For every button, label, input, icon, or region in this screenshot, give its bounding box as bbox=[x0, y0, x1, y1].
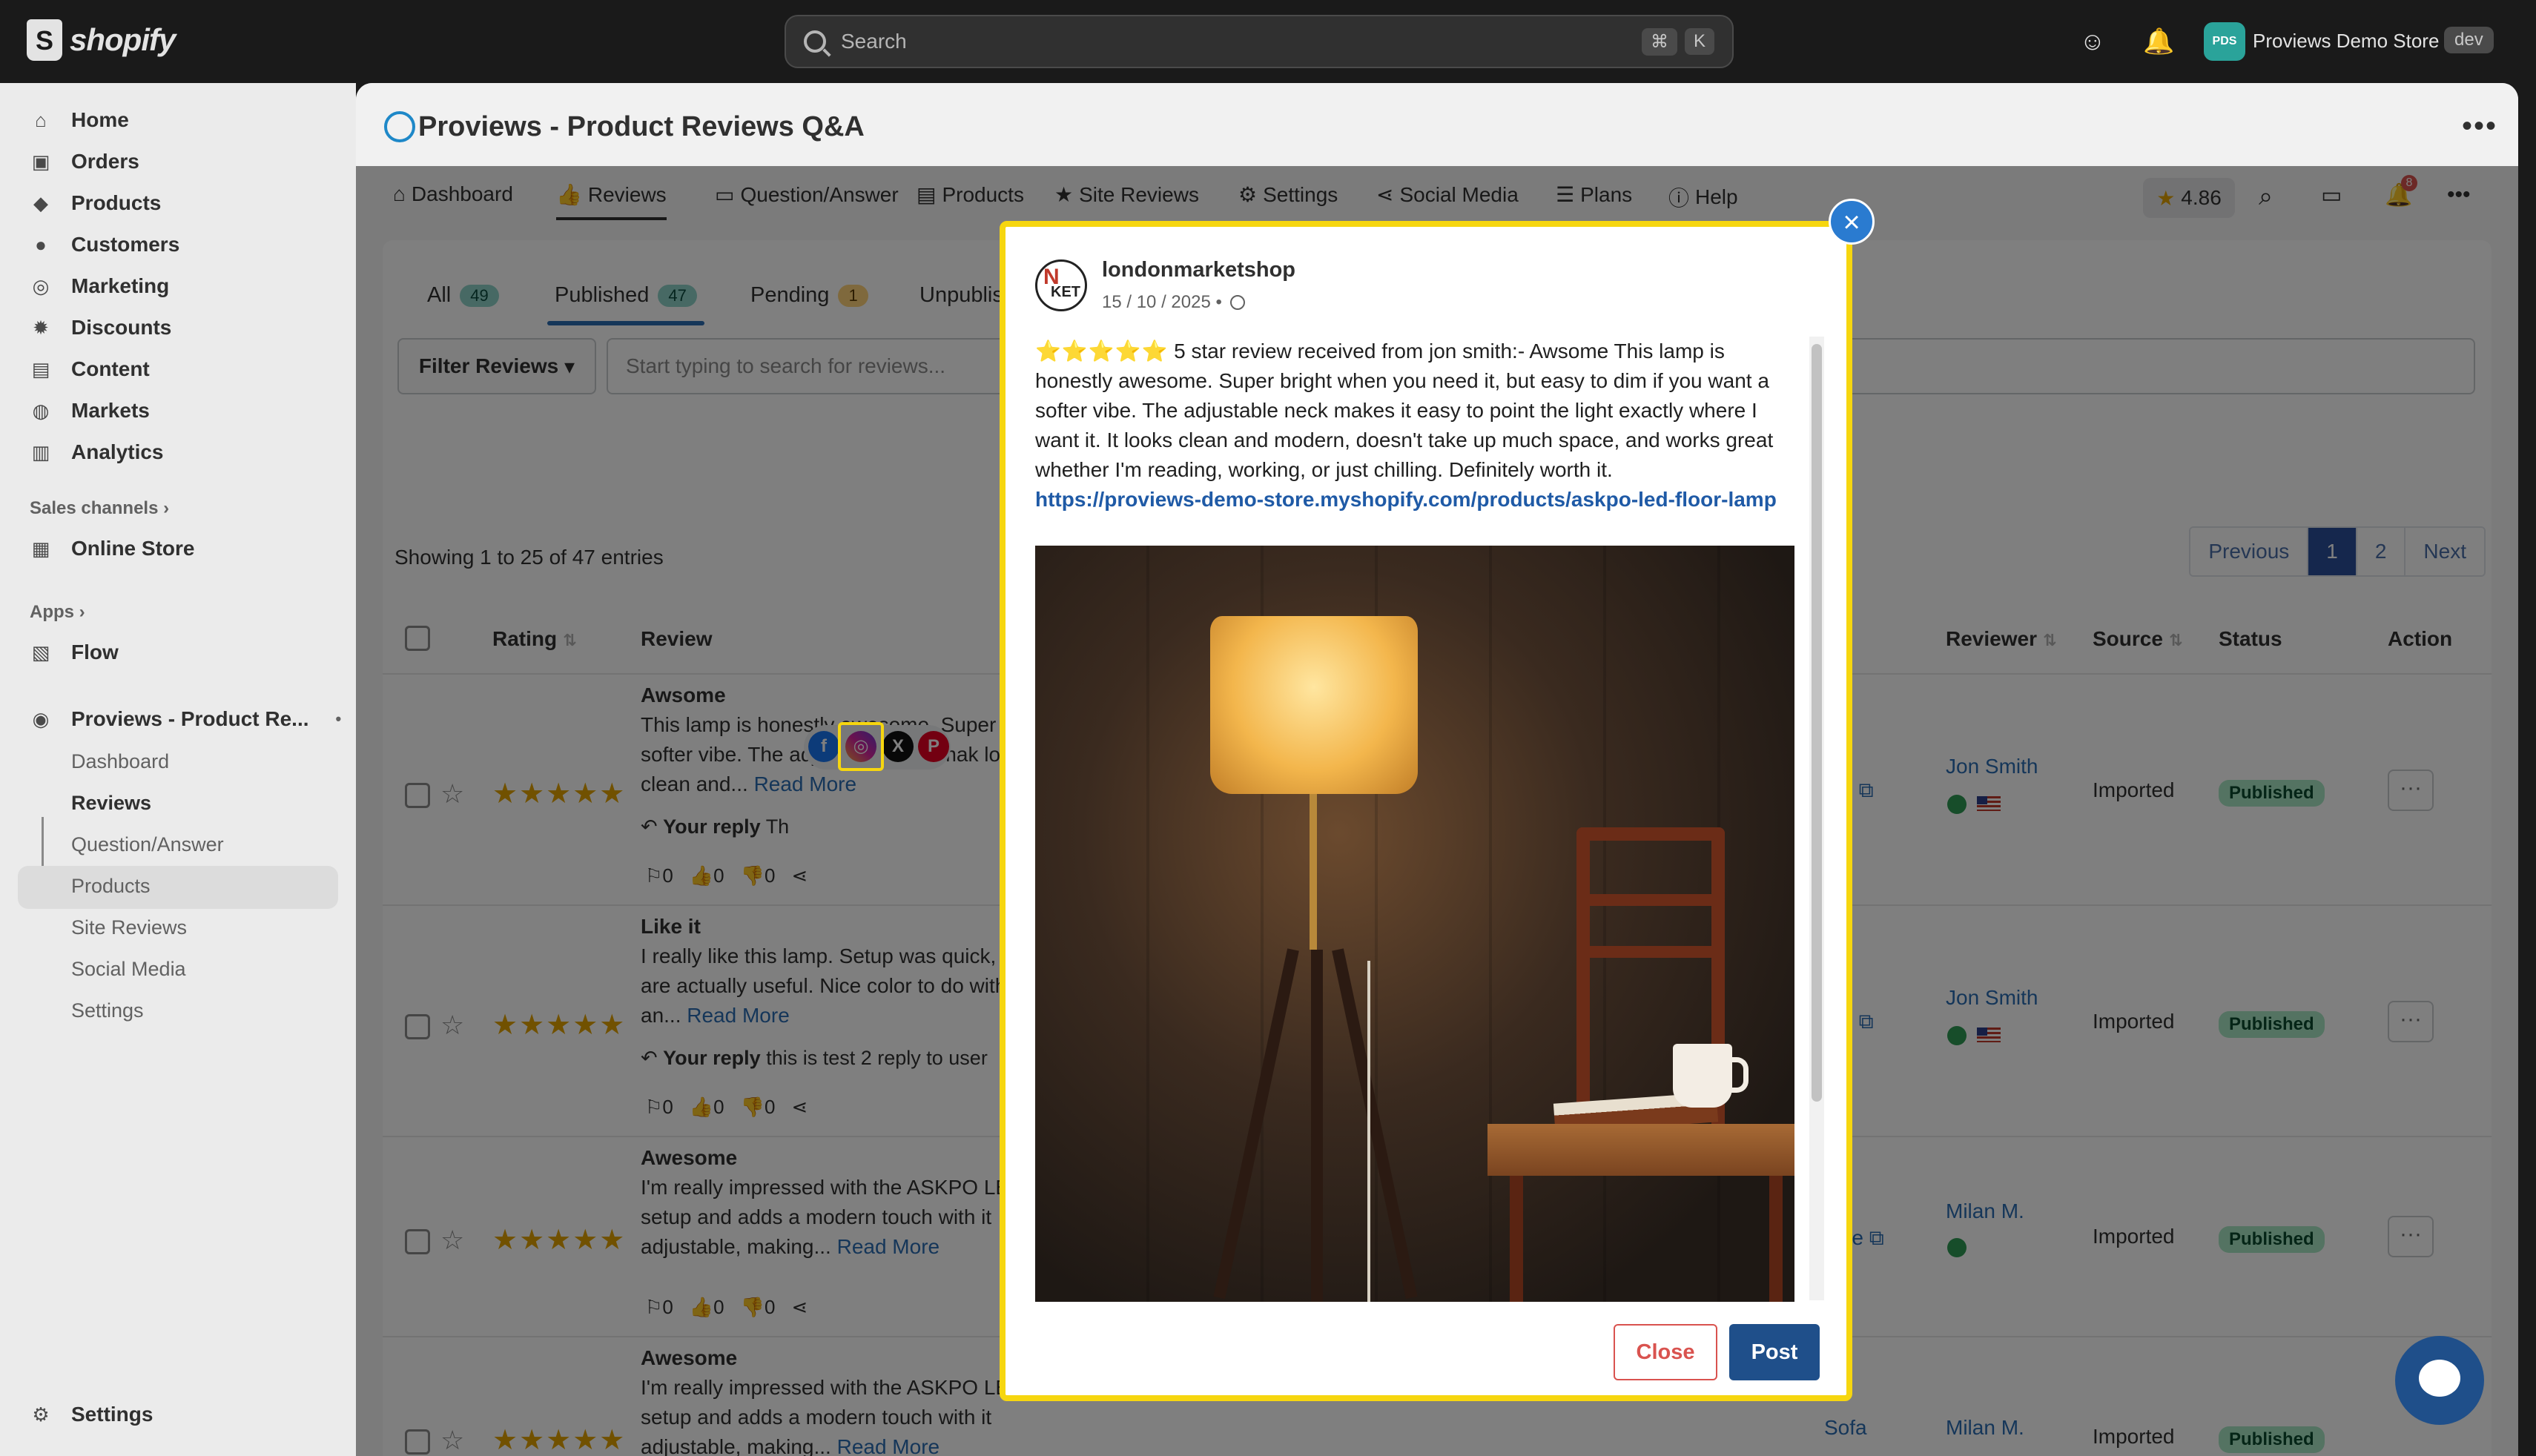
app-header: Proviews - Product Reviews Q&A ••• bbox=[356, 83, 2518, 166]
chair-seat bbox=[1487, 1124, 1794, 1176]
proviews-app-icon: ◉ bbox=[32, 708, 50, 730]
post-stars: ⭐⭐⭐⭐⭐ bbox=[1035, 340, 1169, 363]
sidebar-item-markets[interactable]: ◍ Markets bbox=[30, 399, 150, 423]
shopify-bag-icon bbox=[27, 19, 62, 61]
sidebar-sub-dashboard[interactable]: Dashboard bbox=[71, 750, 169, 773]
lamp-cord bbox=[1367, 961, 1370, 1302]
sidebar-item-content[interactable]: ▤ Content bbox=[30, 357, 150, 381]
sidebar-item-orders[interactable]: ▣ Orders bbox=[30, 150, 139, 173]
sidebar-sub-site-reviews[interactable]: Site Reviews bbox=[71, 916, 187, 939]
bar-chart-icon: ▥ bbox=[31, 441, 50, 463]
sidebar-item-label: Flow bbox=[71, 641, 119, 664]
instagram-highlight bbox=[838, 722, 884, 771]
sales-channels-heading[interactable]: Sales channels › bbox=[30, 498, 169, 519]
close-icon[interactable]: × bbox=[1829, 199, 1875, 245]
globe-icon bbox=[1229, 295, 1245, 310]
chair-leg bbox=[1510, 1176, 1523, 1302]
sidebar-item-home[interactable]: ⌂ Home bbox=[30, 108, 129, 132]
sidebar-item-label: Markets bbox=[71, 399, 150, 422]
sidebar-item-online-store[interactable]: ▦ Online Store bbox=[30, 537, 195, 560]
sidebar-item-settings[interactable]: ⚙ Settings bbox=[30, 1403, 153, 1426]
orders-icon: ▣ bbox=[31, 150, 50, 173]
scrollbar-thumb[interactable] bbox=[1812, 344, 1822, 1102]
sidebar-sub-reviews[interactable]: Reviews bbox=[71, 792, 151, 815]
lamp-pole bbox=[1310, 794, 1317, 950]
sidebar-item-label: Settings bbox=[71, 1403, 153, 1426]
sidebar-item-label: Discounts bbox=[71, 316, 172, 339]
store-avatar[interactable]: PDS bbox=[2204, 22, 2245, 61]
post-button[interactable]: Post bbox=[1729, 1324, 1820, 1380]
sidebar-item-discounts[interactable]: ✹ Discounts bbox=[30, 316, 171, 340]
sidebar-item-label: Proviews - Product Re... bbox=[71, 707, 309, 730]
shortcut-key-k: K bbox=[1684, 28, 1714, 55]
chat-widget-icon[interactable] bbox=[2395, 1336, 2484, 1425]
sidebar-item-label: Online Store bbox=[71, 537, 195, 560]
sidebar-item-label: Orders bbox=[71, 150, 139, 173]
shopify-logo[interactable]: shopify bbox=[27, 19, 176, 61]
sidebar-sub-question-answer[interactable]: Question/Answer bbox=[71, 833, 224, 856]
sidebar-item-label: Marketing bbox=[71, 274, 170, 297]
close-button[interactable]: Close bbox=[1614, 1324, 1717, 1380]
proviews-logo-icon bbox=[384, 111, 415, 142]
sidebar-item-label: Analytics bbox=[71, 440, 164, 463]
bell-icon[interactable]: 🔔 bbox=[2143, 27, 2174, 56]
page-title: Proviews - Product Reviews Q&A bbox=[418, 111, 865, 142]
post-text: ⭐⭐⭐⭐⭐ 5 star review received from jon sm… bbox=[1035, 337, 1794, 514]
discount-icon: ✹ bbox=[33, 317, 49, 339]
chair-slat bbox=[1590, 946, 1711, 958]
sidebar: ⌂ Home ▣ Orders ◆ Products ● Customers ◎ Mark… bbox=[0, 83, 356, 1456]
sidebar-item-products[interactable]: ◆ Products bbox=[30, 191, 161, 215]
store-icon: ▦ bbox=[31, 537, 50, 560]
shop-name: londonmarketshop bbox=[1102, 258, 1296, 282]
lamp-shade bbox=[1210, 616, 1418, 794]
shop-avatar bbox=[1035, 259, 1087, 311]
top-bar: shopify Search ⌘ K ☺ 🔔 PDS Proviews Demo… bbox=[0, 0, 2536, 83]
gear-icon: ⚙ bbox=[32, 1403, 50, 1426]
sidebar-item-label: Products bbox=[71, 191, 162, 214]
content-icon: ▤ bbox=[31, 358, 50, 380]
chair-slat bbox=[1590, 894, 1711, 906]
sidebar-sub-products[interactable]: Products bbox=[71, 875, 151, 898]
post-product-link[interactable]: https://proviews-demo-store.myshopify.co… bbox=[1035, 488, 1777, 511]
sidebar-item-marketing[interactable]: ◎ Marketing bbox=[30, 274, 170, 298]
tag-icon: ◆ bbox=[33, 192, 48, 214]
shortcut-key-cmd: ⌘ bbox=[1641, 27, 1677, 56]
sidebar-item-label: Home bbox=[71, 108, 129, 131]
sidebar-item-label: Content bbox=[71, 357, 150, 380]
sidebar-item-flow[interactable]: ▧ Flow bbox=[30, 641, 119, 664]
flow-icon: ▧ bbox=[31, 641, 50, 664]
global-search[interactable]: Search ⌘ K bbox=[785, 15, 1734, 68]
store-env-badge: dev bbox=[2444, 27, 2494, 53]
brand-name: shopify bbox=[70, 22, 176, 57]
social-post-modal: londonmarketshop 15 / 10 / 2025 • ⭐⭐⭐⭐⭐ … bbox=[1000, 221, 1852, 1401]
person-icon: ● bbox=[35, 234, 47, 256]
active-item-highlight bbox=[18, 866, 338, 909]
product-image bbox=[1035, 546, 1794, 1302]
sidebar-item-customers[interactable]: ● Customers bbox=[30, 233, 179, 257]
search-icon bbox=[804, 30, 826, 53]
sidebar-item-proviews-app[interactable]: ◉ Proviews - Product Re... • bbox=[30, 707, 342, 731]
sidekick-icon[interactable]: ☺ bbox=[2078, 27, 2107, 56]
pin-dot-icon: • bbox=[335, 709, 342, 728]
post-date: 15 / 10 / 2025 • bbox=[1102, 292, 1245, 313]
sidebar-sub-social-media[interactable]: Social Media bbox=[71, 958, 186, 981]
tripod-leg bbox=[1311, 950, 1323, 1302]
coffee-cup bbox=[1673, 1044, 1749, 1108]
target-icon: ◎ bbox=[32, 275, 50, 297]
sidebar-item-analytics[interactable]: ▥ Analytics bbox=[30, 440, 164, 464]
store-name[interactable]: Proviews Demo Store bbox=[2253, 30, 2439, 53]
sidebar-sub-settings[interactable]: Settings bbox=[71, 999, 144, 1022]
apps-heading[interactable]: Apps › bbox=[30, 602, 85, 623]
search-placeholder: Search bbox=[841, 30, 907, 53]
sidebar-item-label: Customers bbox=[71, 233, 180, 256]
home-icon: ⌂ bbox=[35, 109, 47, 131]
more-menu-icon[interactable]: ••• bbox=[2462, 110, 2497, 143]
chair-leg bbox=[1769, 1176, 1783, 1302]
globe-icon: ◍ bbox=[32, 400, 50, 422]
